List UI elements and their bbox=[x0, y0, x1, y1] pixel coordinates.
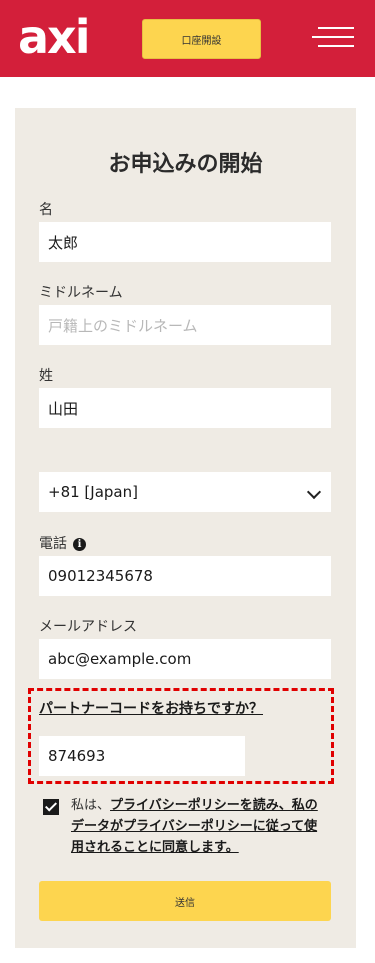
consent-prefix: 私は、 bbox=[71, 798, 111, 813]
middle-name-field[interactable]: 戸籍上のミドルネーム bbox=[39, 305, 331, 345]
axi-logo[interactable]: axi bbox=[18, 14, 90, 64]
first-name-label: 名 bbox=[39, 202, 53, 218]
email-field[interactable]: abc@example.com bbox=[39, 639, 331, 679]
phone-label: 電話 i bbox=[39, 533, 86, 553]
page-title: お申込みの開始 bbox=[108, 152, 263, 177]
submit-button[interactable]: 送信 bbox=[39, 881, 331, 921]
phone-label-text: 電話 bbox=[39, 536, 67, 552]
first-name-field[interactable]: 太郎 bbox=[39, 222, 331, 262]
partner-code-field[interactable]: 874693 bbox=[39, 736, 245, 776]
top-header: axi 口座開設 bbox=[0, 0, 375, 77]
consent-text: 私は、プライバシーポリシーを読み、私のデータがプライバシーポリシーに従って使用さ… bbox=[71, 795, 329, 858]
middle-name-label: ミドルネーム bbox=[39, 285, 123, 301]
consent-row: 私は、プライバシーポリシーを読み、私のデータがプライバシーポリシーに従って使用さ… bbox=[39, 793, 339, 863]
open-account-button[interactable]: 口座開設 bbox=[142, 19, 261, 59]
partner-code-link[interactable]: パートナーコードをお持ちですか？ bbox=[39, 698, 263, 718]
country-code-value: +81 [Japan] bbox=[48, 483, 138, 501]
last-name-field[interactable]: 山田 bbox=[39, 388, 331, 428]
email-label: メールアドレス bbox=[39, 619, 137, 635]
country-code-select[interactable]: +81 [Japan] bbox=[39, 472, 331, 512]
hamburger-menu-icon[interactable] bbox=[312, 24, 354, 52]
phone-field[interactable]: 09012345678 bbox=[39, 556, 331, 596]
chevron-down-icon bbox=[306, 484, 322, 500]
info-icon[interactable]: i bbox=[73, 538, 86, 551]
last-name-label: 姓 bbox=[39, 368, 53, 384]
consent-checkbox[interactable] bbox=[43, 799, 59, 815]
signup-card: お申込みの開始 名 太郎 ミドルネーム 戸籍上のミドルネーム 姓 山田 +81 … bbox=[15, 108, 356, 948]
